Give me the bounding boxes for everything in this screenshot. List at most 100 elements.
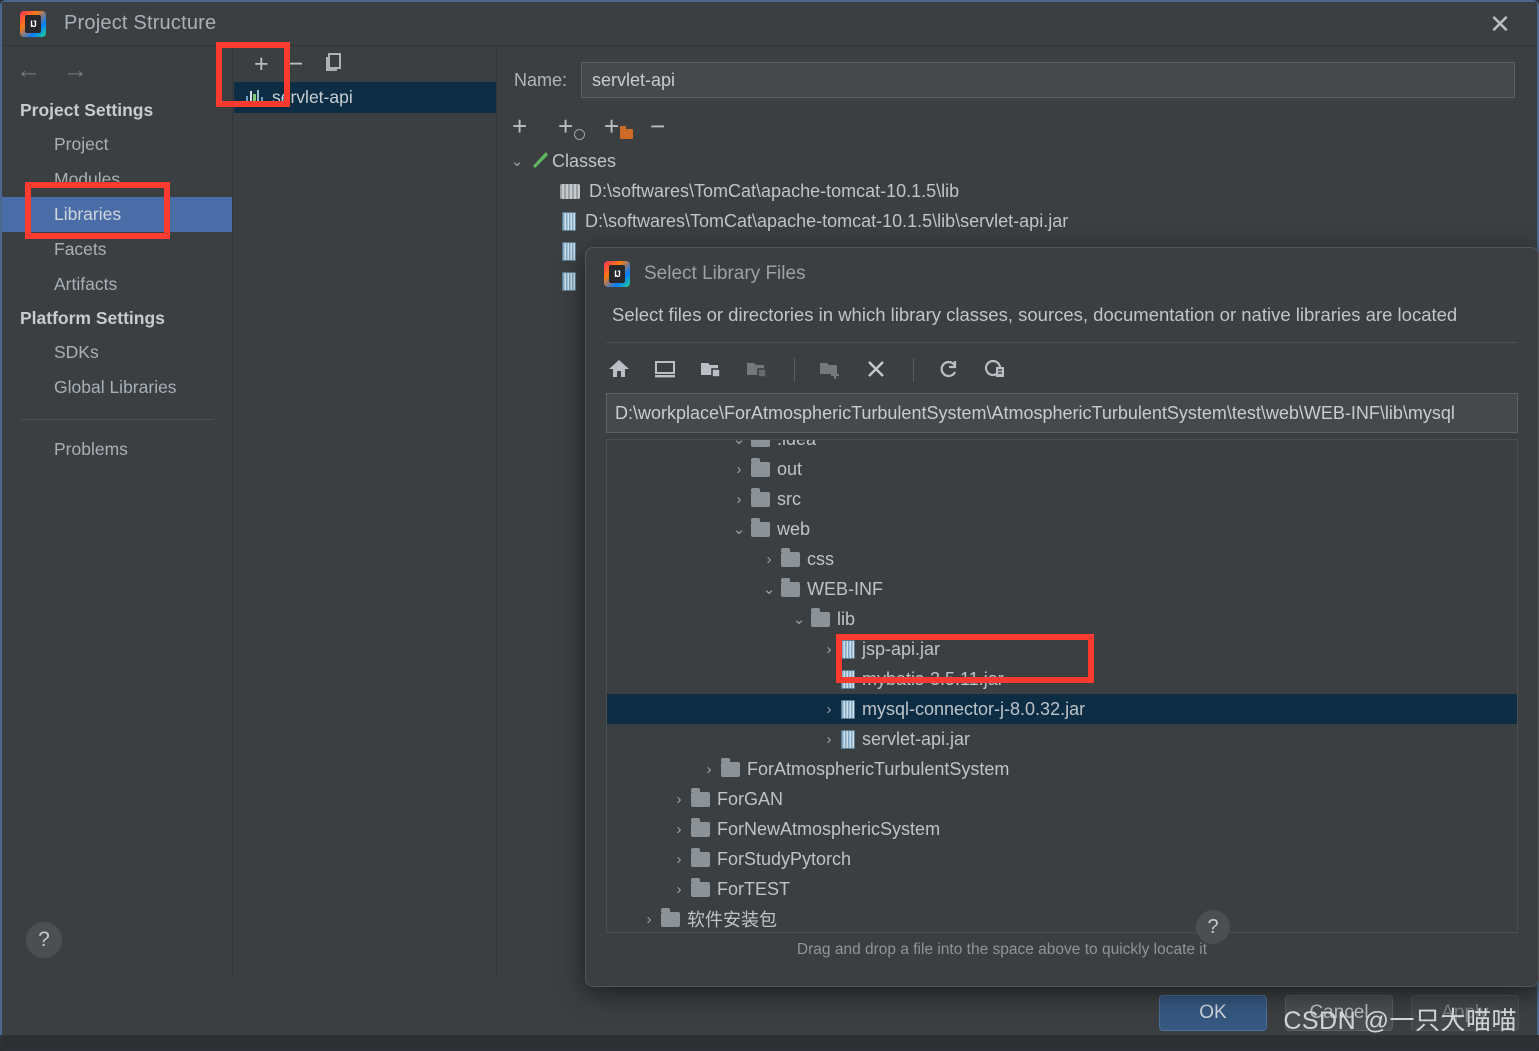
file-tree-row[interactable]: › mysql-connector-j-8.0.32.jar bbox=[607, 694, 1517, 724]
list-item[interactable]: servlet-api bbox=[234, 82, 496, 113]
ok-button[interactable]: OK bbox=[1159, 995, 1267, 1031]
file-tree-row[interactable]: › out bbox=[607, 454, 1517, 484]
home-icon[interactable] bbox=[606, 356, 634, 384]
sidebar-item-libraries[interactable]: Libraries bbox=[2, 197, 232, 232]
sidebar-item-facets[interactable]: Facets bbox=[2, 232, 232, 267]
sidebar-divider bbox=[20, 419, 214, 420]
chevron-right-icon[interactable]: › bbox=[697, 761, 721, 778]
dialog-hint: Drag and drop a file into the space abov… bbox=[796, 941, 1208, 958]
chevron-right-icon[interactable]: › bbox=[727, 491, 751, 508]
file-tree-row[interactable]: › src bbox=[607, 484, 1517, 514]
file-tree-row[interactable]: › ForTEST bbox=[607, 874, 1517, 904]
file-tree-label: WEB-INF bbox=[807, 578, 883, 599]
arrow-right-icon[interactable]: → bbox=[63, 57, 88, 83]
chevron-down-icon[interactable]: ⌄ bbox=[727, 520, 751, 538]
dialog-footer-buttons: OK Cancel Apply bbox=[1159, 995, 1519, 1031]
file-tree-row[interactable]: › ForNewAtmosphericSystem bbox=[607, 814, 1517, 844]
add-folder-button[interactable]: + bbox=[604, 113, 633, 140]
folder-icon bbox=[691, 787, 710, 807]
dialog-titlebar: IJ Select Library Files bbox=[586, 248, 1538, 292]
add-library-button[interactable]: + bbox=[254, 52, 269, 77]
folder-icon bbox=[751, 517, 770, 537]
file-tree-row[interactable]: › servlet-api.jar bbox=[607, 724, 1517, 754]
sidebar-item-modules[interactable]: Modules bbox=[2, 162, 232, 197]
path-input[interactable]: D:\workplace\ForAtmosphericTurbulentSyst… bbox=[606, 393, 1518, 433]
file-tree-row[interactable]: › 软件安装包 bbox=[607, 904, 1517, 932]
chevron-right-icon[interactable]: › bbox=[727, 461, 751, 478]
sidebar-item-sdks[interactable]: SDKs bbox=[2, 335, 232, 370]
chevron-down-icon[interactable]: ⌄ bbox=[506, 152, 528, 170]
sidebar-item-artifacts[interactable]: Artifacts bbox=[2, 267, 232, 302]
file-tree-row[interactable]: › jsp-api.jar bbox=[607, 634, 1517, 664]
folder-icon bbox=[751, 440, 770, 447]
file-tree-label: ForTEST bbox=[717, 878, 791, 899]
chevron-right-icon[interactable]: › bbox=[667, 881, 691, 898]
chevron-right-icon[interactable]: › bbox=[757, 551, 781, 568]
file-tree-row[interactable]: › ForStudyPytorch bbox=[607, 844, 1517, 874]
chevron-down-icon[interactable]: ⌄ bbox=[787, 610, 811, 628]
cancel-button[interactable]: Cancel bbox=[1285, 995, 1393, 1031]
remove-root-button[interactable]: − bbox=[650, 113, 676, 140]
library-icon bbox=[246, 90, 264, 105]
chevron-right-icon[interactable]: › bbox=[667, 821, 691, 838]
file-tree-row[interactable]: ⌄ .idea bbox=[607, 440, 1517, 454]
file-tree-row[interactable]: ⌄ lib bbox=[607, 604, 1517, 634]
classes-root-row[interactable]: ⌄ Classes bbox=[498, 146, 1537, 176]
chevron-right-icon[interactable]: › bbox=[817, 701, 841, 718]
help-button[interactable]: ? bbox=[26, 922, 62, 958]
file-tree-row[interactable]: › ForGAN bbox=[607, 784, 1517, 814]
file-tree-row[interactable]: mybatis-3.5.11.jar bbox=[607, 664, 1517, 694]
sidebar-group-project-settings: Project Settings bbox=[20, 100, 154, 120]
jar-icon bbox=[562, 211, 576, 231]
remove-library-button[interactable]: − bbox=[289, 52, 304, 77]
folder-icon bbox=[721, 757, 740, 777]
add-root-button[interactable]: + bbox=[512, 113, 538, 140]
file-tree-row[interactable]: › ForAtmosphericTurbulentSystem bbox=[607, 754, 1517, 784]
name-label: Name: bbox=[514, 69, 568, 90]
close-icon[interactable]: ✕ bbox=[1485, 10, 1515, 40]
sidebar-item-problems[interactable]: Problems bbox=[2, 432, 232, 467]
classes-root-label: Classes bbox=[552, 150, 617, 171]
chevron-down-icon[interactable]: ⌄ bbox=[757, 580, 781, 598]
chevron-right-icon[interactable]: › bbox=[637, 911, 661, 928]
folder-icon bbox=[751, 487, 770, 507]
file-tree-label: servlet-api.jar bbox=[862, 728, 971, 749]
settings-sidebar: ← → Project Settings Project Modules Lib… bbox=[2, 46, 233, 976]
chevron-down-icon[interactable]: ⌄ bbox=[727, 440, 751, 448]
file-tree-row[interactable]: › css bbox=[607, 544, 1517, 574]
file-tree-label: lib bbox=[837, 608, 856, 629]
jar-icon bbox=[841, 729, 855, 749]
folder-icon bbox=[691, 877, 710, 897]
new-folder-icon[interactable] bbox=[817, 356, 845, 384]
library-name-input[interactable]: servlet-api bbox=[581, 62, 1515, 98]
classes-entry-row[interactable]: D:\softwares\TomCat\apache-tomcat-10.1.5… bbox=[498, 176, 1537, 206]
chevron-right-icon[interactable]: › bbox=[667, 851, 691, 868]
folder-icon bbox=[781, 547, 800, 567]
chevron-right-icon[interactable]: › bbox=[817, 731, 841, 748]
show-hidden-icon[interactable] bbox=[982, 356, 1010, 384]
file-tree-label: out bbox=[777, 458, 803, 479]
jar-icon bbox=[841, 669, 855, 689]
sidebar-item-project[interactable]: Project bbox=[2, 127, 232, 162]
classes-entry-row[interactable]: D:\softwares\TomCat\apache-tomcat-10.1.5… bbox=[498, 206, 1537, 236]
dialog-help-button[interactable]: ? bbox=[1196, 910, 1230, 944]
module-folder-icon[interactable] bbox=[744, 356, 772, 384]
window-titlebar: IJ Project Structure ✕ bbox=[2, 2, 1537, 46]
refresh-icon[interactable] bbox=[936, 356, 964, 384]
arrow-left-icon[interactable]: ← bbox=[16, 57, 41, 83]
desktop-icon[interactable] bbox=[652, 356, 680, 384]
apply-button[interactable]: Apply bbox=[1411, 995, 1519, 1031]
file-tree-label: ForStudyPytorch bbox=[717, 848, 852, 869]
sidebar-item-global-libraries[interactable]: Global Libraries bbox=[2, 370, 232, 405]
file-tree-row[interactable]: ⌄ WEB-INF bbox=[607, 574, 1517, 604]
delete-icon[interactable] bbox=[863, 356, 891, 384]
file-tree-row[interactable]: ⌄ web bbox=[607, 514, 1517, 544]
project-folder-icon[interactable] bbox=[698, 356, 726, 384]
add-maven-button[interactable]: + bbox=[558, 113, 585, 140]
chevron-right-icon[interactable]: › bbox=[817, 641, 841, 658]
file-tree[interactable]: ⌄ .idea › out › src ⌄ web › css ⌄ WEB-INF ⌄ lib › jsp-a… bbox=[606, 439, 1518, 933]
file-tree-label: jsp-api.jar bbox=[862, 638, 941, 659]
copy-icon[interactable] bbox=[323, 51, 345, 77]
file-tree-label: ForNewAtmosphericSystem bbox=[717, 818, 941, 839]
chevron-right-icon[interactable]: › bbox=[667, 791, 691, 808]
